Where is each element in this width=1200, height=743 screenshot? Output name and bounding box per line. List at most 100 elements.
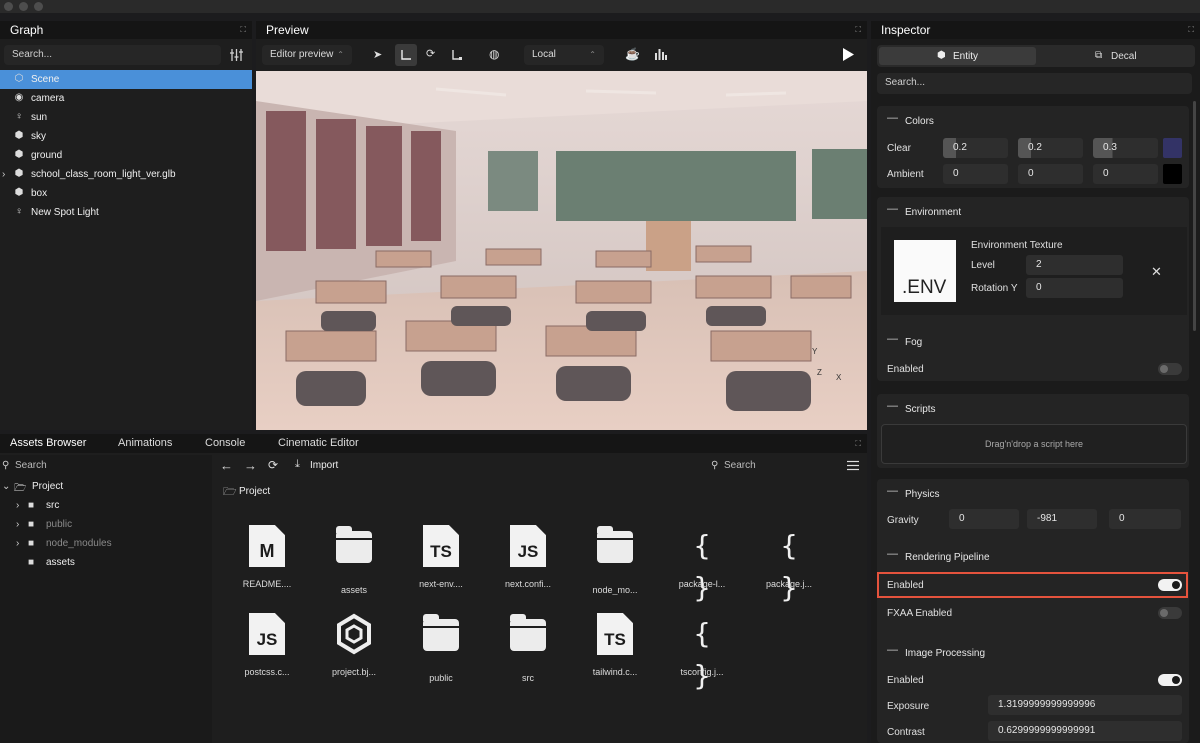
- tab-cinematic-editor[interactable]: Cinematic Editor: [278, 437, 359, 449]
- graph-item[interactable]: ⬢ sky: [0, 127, 252, 146]
- search-icon: ⚲: [2, 460, 10, 471]
- teapot-icon[interactable]: ☕: [625, 47, 640, 61]
- inspector-search-input[interactable]: Search...: [877, 73, 1192, 94]
- chevron-right-icon[interactable]: ›: [16, 500, 19, 511]
- folder-search-input[interactable]: Search: [15, 460, 47, 471]
- clear-color-swatch[interactable]: [1163, 138, 1182, 158]
- mesh-icon: ⬢: [14, 168, 24, 179]
- refresh-icon[interactable]: ⟳: [268, 458, 278, 472]
- file-item[interactable]: src: [493, 613, 563, 683]
- file-item[interactable]: JS postcss.c...: [232, 613, 302, 677]
- chevron-right-icon[interactable]: ›: [16, 519, 19, 530]
- expand-panel-icon[interactable]: ⛶: [855, 439, 861, 449]
- file-item[interactable]: node_mo...: [580, 525, 650, 595]
- tab-entity[interactable]: ⬢ Entity: [879, 47, 1036, 65]
- file-item[interactable]: TS next-env....: [406, 525, 476, 589]
- folder-tree-item[interactable]: › ■ src: [0, 497, 212, 516]
- globe-icon[interactable]: ◍: [489, 47, 499, 61]
- file-item[interactable]: assets: [319, 525, 389, 595]
- back-arrow-icon[interactable]: ←: [220, 458, 233, 473]
- graph-item[interactable]: ◉ camera: [0, 89, 252, 108]
- file-item[interactable]: M README....: [232, 525, 302, 589]
- gravity-x-field[interactable]: 0: [949, 509, 1019, 529]
- folder-tree-item[interactable]: ■ assets: [0, 554, 212, 573]
- filter-settings-icon[interactable]: [230, 49, 243, 61]
- exposure-field[interactable]: 1.3199999999999996: [988, 695, 1182, 715]
- clear-g-field[interactable]: 0.2: [1018, 138, 1083, 158]
- file-item[interactable]: project.bj...: [319, 613, 389, 677]
- pipeline-enabled-toggle[interactable]: [1158, 579, 1182, 591]
- scene-viewport[interactable]: Y Z X: [256, 71, 867, 430]
- zoom-window-button[interactable]: [34, 2, 43, 11]
- level-field[interactable]: 2: [1026, 255, 1123, 275]
- file-search-input[interactable]: Search: [724, 460, 756, 471]
- forward-arrow-icon[interactable]: →: [244, 458, 257, 473]
- list-options-icon[interactable]: [847, 460, 859, 471]
- collapse-icon[interactable]: —: [887, 203, 898, 215]
- clear-b-field[interactable]: 0.3: [1093, 138, 1158, 158]
- folder-tree-item[interactable]: › ■ public: [0, 516, 212, 535]
- chevron-right-icon[interactable]: ›: [16, 538, 19, 549]
- ambient-b-field[interactable]: 0: [1093, 164, 1158, 184]
- minimize-window-button[interactable]: [19, 2, 28, 11]
- image-enabled-toggle[interactable]: [1158, 674, 1182, 686]
- file-item[interactable]: { } package.j...: [754, 525, 824, 604]
- file-item[interactable]: { } package-l...: [667, 525, 737, 604]
- clear-r-field[interactable]: 0.2: [943, 138, 1008, 158]
- close-icon[interactable]: ✕: [1151, 264, 1162, 280]
- fog-enabled-toggle[interactable]: [1158, 363, 1182, 375]
- graph-item[interactable]: ♀ New Spot Light: [0, 203, 252, 222]
- preview-mode-select[interactable]: Editor preview ⌃: [262, 45, 352, 65]
- graph-item[interactable]: ⬢ box: [0, 184, 252, 203]
- gravity-y-field[interactable]: -981: [1027, 509, 1097, 529]
- graph-item[interactable]: › ⬢ school_class_room_light_ver.glb: [0, 165, 252, 184]
- play-icon[interactable]: [843, 48, 854, 61]
- close-window-button[interactable]: [4, 2, 13, 11]
- tab-animations[interactable]: Animations: [118, 437, 172, 449]
- ambient-color-swatch[interactable]: [1163, 164, 1182, 184]
- tab-decal[interactable]: ⧉ Decal: [1037, 47, 1193, 65]
- env-texture-thumbnail[interactable]: .ENV: [894, 240, 956, 302]
- fxaa-enabled-toggle[interactable]: [1158, 607, 1182, 619]
- scale-tool-icon[interactable]: [452, 50, 462, 60]
- folder-tree-item[interactable]: ⌄ 🗁 Project: [0, 478, 212, 497]
- rotate-tool-icon[interactable]: ⟳: [426, 47, 435, 60]
- file-browser-pane: ← → ⟳ ⤓ Import ⚲ Search 🗁 Project M READM…: [216, 455, 867, 743]
- collapse-icon[interactable]: —: [887, 400, 898, 412]
- move-tool-button[interactable]: [395, 44, 417, 66]
- graph-item[interactable]: ♀ sun: [0, 108, 252, 127]
- ambient-r-field[interactable]: 0: [943, 164, 1008, 184]
- expand-panel-icon[interactable]: ⛶: [855, 25, 861, 35]
- expand-panel-icon[interactable]: ⛶: [1188, 25, 1194, 35]
- script-dropzone[interactable]: Drag'n'drop a script here: [881, 424, 1187, 464]
- inspector-scrollbar[interactable]: [1193, 101, 1196, 331]
- collapse-icon[interactable]: —: [887, 485, 898, 497]
- expand-panel-icon[interactable]: ⛶: [240, 25, 246, 35]
- cube-icon: ⬢: [937, 50, 946, 61]
- file-item[interactable]: TS tailwind.c...: [580, 613, 650, 677]
- space-select[interactable]: Local ⌃: [524, 45, 604, 65]
- gravity-z-field[interactable]: 0: [1109, 509, 1181, 529]
- graph-search-input[interactable]: Search...: [4, 45, 221, 65]
- tab-assets-browser[interactable]: Assets Browser: [10, 437, 86, 449]
- stats-chart-icon[interactable]: [655, 49, 667, 60]
- breadcrumb[interactable]: Project: [239, 486, 270, 497]
- contrast-field[interactable]: 0.6299999999999991: [988, 721, 1182, 741]
- file-item[interactable]: public: [406, 613, 476, 683]
- ambient-g-field[interactable]: 0: [1018, 164, 1083, 184]
- tab-console[interactable]: Console: [205, 437, 245, 449]
- collapse-icon[interactable]: —: [887, 644, 898, 656]
- rotation-y-field[interactable]: 0: [1026, 278, 1123, 298]
- collapse-icon[interactable]: —: [887, 548, 898, 560]
- folder-tree-item[interactable]: › ■ node_modules: [0, 535, 212, 554]
- file-item[interactable]: { } tsconfig.j...: [667, 613, 737, 692]
- collapse-icon[interactable]: —: [887, 333, 898, 345]
- collapse-icon[interactable]: —: [887, 112, 898, 124]
- chevron-down-icon[interactable]: ⌄: [2, 481, 10, 492]
- file-item[interactable]: JS next.confi...: [493, 525, 563, 589]
- graph-item[interactable]: ⬢ ground: [0, 146, 252, 165]
- import-button[interactable]: Import: [310, 460, 338, 471]
- chevron-right-icon[interactable]: ›: [2, 165, 5, 184]
- graph-item[interactable]: ⬡ Scene: [0, 70, 252, 89]
- select-tool-icon[interactable]: ➤: [373, 48, 383, 61]
